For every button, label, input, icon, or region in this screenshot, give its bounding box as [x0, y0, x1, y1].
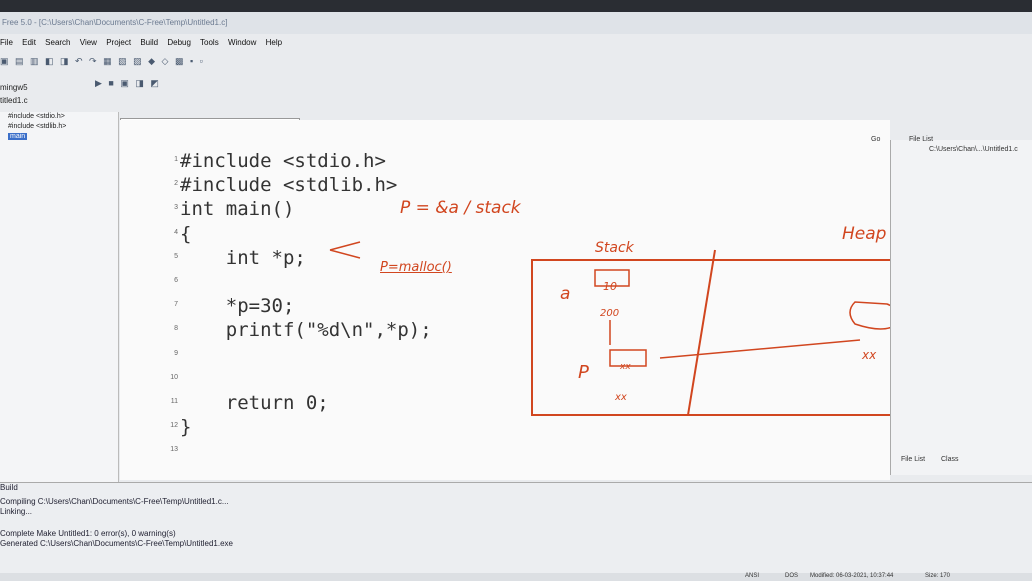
window-title: Free 5.0 - [C:\Users\Chan\Documents\C-Fr… — [0, 12, 1032, 34]
menu-help[interactable]: Help — [266, 38, 282, 47]
label-p: P — [578, 362, 589, 383]
menu-bar: File Edit Search View Project Build Debu… — [0, 38, 289, 54]
project-name: mingw5 — [0, 83, 28, 92]
build-line-3: Complete Make Untitled1: 0 error(s), 0 w… — [0, 529, 176, 538]
menu-window[interactable]: Window — [228, 38, 256, 47]
build-panel: Build Compiling C:\Users\Chan\Documents\… — [0, 482, 1032, 573]
code-editor[interactable]: 1 #include <stdio.h> 2 #include <stdlib.h> 3… — [120, 120, 890, 480]
p-address: xx — [615, 392, 627, 403]
status-modified: Modified: 06-03-2021, 10:37:44 — [810, 573, 894, 579]
pointer-arrow — [659, 339, 861, 359]
build-title: Build — [0, 483, 18, 492]
go-button[interactable]: Go — [871, 136, 880, 143]
build-toolbar[interactable]: ▶ ■ ▣ ◨ ◩ — [95, 78, 161, 94]
menu-file[interactable]: File — [0, 38, 13, 47]
main-toolbar[interactable]: ▣ ▤ ▥ ◧ ◨ ↶ ↷ ▦ ▧ ▨ ◆ ◇ ▩ ▪ ▫ — [0, 56, 600, 76]
label-heap: Heap — [842, 224, 887, 244]
status-bar: ANSI DOS Modified: 06-03-2021, 10:37:44 … — [0, 573, 1032, 581]
handwritten-annotations — [329, 241, 890, 416]
build-line-4: Generated C:\Users\Chan\Documents\C-Free… — [0, 539, 233, 548]
tab-file-list[interactable]: File List — [901, 456, 925, 463]
menu-build[interactable]: Build — [140, 38, 158, 47]
file-tab[interactable]: titled1.c — [0, 96, 28, 105]
screen: Free 5.0 - [C:\Users\Chan\Documents\C-Fr… — [0, 12, 1032, 581]
sidebar-item-stdlib[interactable]: #include <stdlib.h> — [0, 122, 118, 132]
a-value: 10 — [603, 280, 617, 293]
build-line-2: Linking... — [0, 507, 33, 516]
menu-view[interactable]: View — [80, 38, 97, 47]
sidebar-item-main[interactable]: main — [0, 132, 118, 142]
status-line-end: DOS — [785, 573, 799, 579]
menu-edit[interactable]: Edit — [22, 38, 36, 47]
status-encoding: ANSI — [745, 573, 760, 579]
sidebar-item-stdio[interactable]: #include <stdio.h> — [0, 112, 118, 122]
menu-debug[interactable]: Debug — [167, 38, 191, 47]
heap-address: xx — [862, 348, 877, 362]
file-list-panel: Go File List C:\Users\Chan\...\Untitled1… — [871, 136, 1032, 475]
label-a: a — [560, 284, 571, 304]
a-address: 200 — [600, 308, 620, 319]
function-sidebar: #include <stdio.h> #include <stdlib.h> m… — [0, 112, 119, 482]
note-p-equals-addr: P = &a / stack — [400, 198, 521, 218]
file-path[interactable]: C:\Users\Chan\...\Untitled1.c — [929, 146, 1018, 153]
stack-heap-divider — [687, 249, 716, 416]
note-malloc: P=malloc() — [380, 260, 452, 275]
build-line-1: Compiling C:\Users\Chan\Documents\C-Free… — [0, 497, 229, 506]
menu-search[interactable]: Search — [45, 38, 70, 47]
heap-cell — [849, 301, 890, 330]
tab-class[interactable]: Class — [941, 456, 959, 463]
status-size: Size: 170 — [925, 573, 951, 579]
memory-box — [531, 259, 890, 416]
menu-project[interactable]: Project — [106, 38, 131, 47]
menu-tools[interactable]: Tools — [200, 38, 219, 47]
p-value: xx — [620, 362, 631, 372]
label-stack: Stack — [595, 240, 634, 256]
file-list-title: File List — [909, 136, 934, 143]
pointer-mark — [329, 241, 361, 259]
